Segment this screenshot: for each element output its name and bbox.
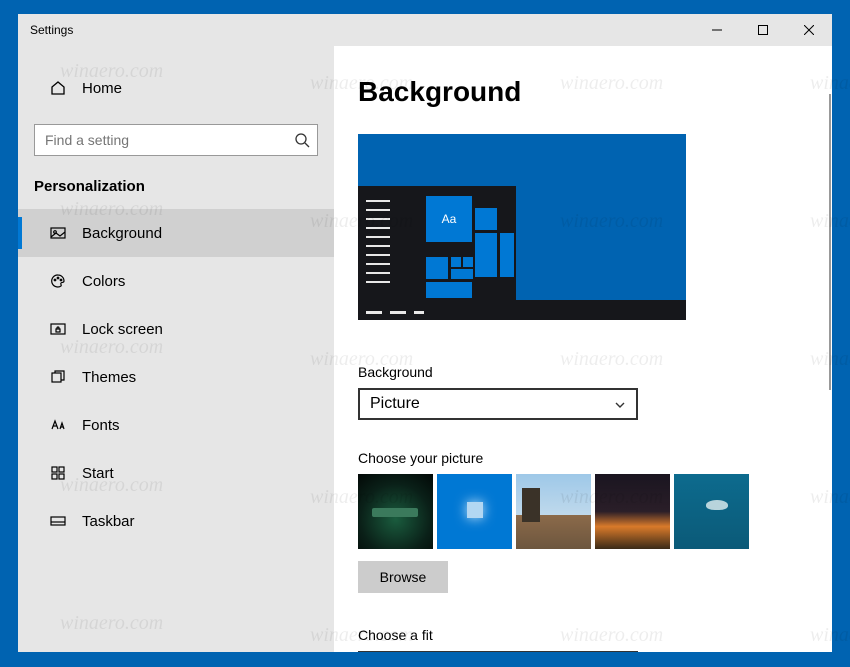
settings-window: Settings Home Personalization Background [18,14,832,652]
picture-thumb-2[interactable] [437,474,512,549]
sidebar: Home Personalization Background Colors L… [18,46,334,652]
preview-taskbar [358,300,686,320]
nav-label: Themes [82,369,136,386]
palette-icon [50,273,66,289]
nav-label: Lock screen [82,321,163,338]
minimize-button[interactable] [694,14,740,46]
themes-icon [50,369,66,385]
choose-picture-label: Choose your picture [358,450,832,466]
lock-screen-icon [50,321,66,337]
nav-lock-screen[interactable]: Lock screen [18,305,334,353]
nav-label: Colors [82,273,125,290]
home-icon [50,80,66,96]
titlebar: Settings [18,14,832,46]
picture-icon [50,225,66,241]
nav-taskbar[interactable]: Taskbar [18,497,334,545]
picture-thumb-4[interactable] [595,474,670,549]
maximize-button[interactable] [740,14,786,46]
home-link[interactable]: Home [18,66,334,110]
close-button[interactable] [786,14,832,46]
search-input[interactable] [34,124,318,156]
desktop-preview: Aa [358,134,686,320]
background-select[interactable]: Picture [358,388,638,420]
browse-button[interactable]: Browse [358,561,448,593]
search-icon [294,132,310,148]
window-title: Settings [18,23,73,37]
picture-thumb-1[interactable] [358,474,433,549]
scrollbar[interactable] [829,94,831,390]
category-heading: Personalization [18,156,334,209]
nav-label: Taskbar [82,513,135,530]
picture-thumb-5[interactable] [674,474,749,549]
preview-start-menu: Aa [358,186,516,300]
window-controls [694,14,832,46]
picture-thumb-3[interactable] [516,474,591,549]
background-label: Background [358,364,832,380]
start-icon [50,465,66,481]
nav-label: Start [82,465,114,482]
picture-thumbnails [358,474,832,549]
search-box[interactable] [34,124,318,156]
fonts-icon [50,417,66,433]
chevron-down-icon [614,398,626,410]
nav-colors[interactable]: Colors [18,257,334,305]
nav-label: Background [82,225,162,242]
fit-select[interactable]: Fill [358,651,638,652]
home-label: Home [82,80,122,97]
taskbar-icon [50,513,66,529]
nav-themes[interactable]: Themes [18,353,334,401]
nav-start[interactable]: Start [18,449,334,497]
nav-background[interactable]: Background [18,209,334,257]
page-heading: Background [358,76,832,108]
nav-label: Fonts [82,417,120,434]
window-body: Home Personalization Background Colors L… [18,46,832,652]
nav-fonts[interactable]: Fonts [18,401,334,449]
choose-fit-label: Choose a fit [358,627,832,643]
main-content: Background Aa [334,46,832,652]
preview-tile-aa: Aa [426,196,472,242]
background-select-value: Picture [370,395,420,413]
